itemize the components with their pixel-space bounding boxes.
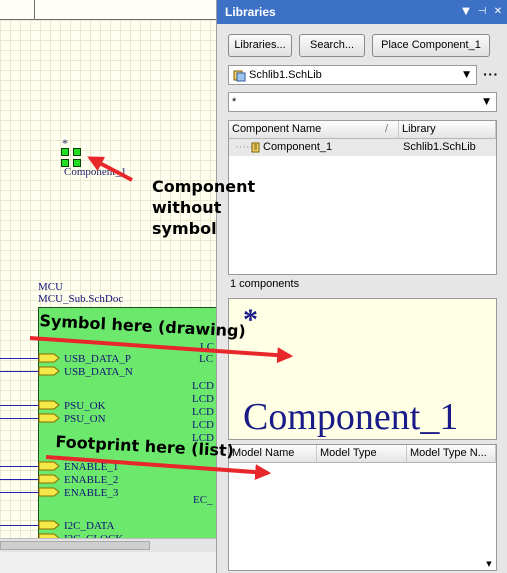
sheet-entry-port[interactable] bbox=[38, 520, 60, 530]
component-without-symbol-note: Component without symbol bbox=[152, 176, 255, 239]
sheet-entry-port[interactable] bbox=[38, 400, 60, 410]
component-name-text: Component_1 bbox=[64, 166, 127, 178]
right-port-name: EC_ bbox=[193, 494, 213, 506]
list-item[interactable]: ····· Component_1 Schlib1.SchLib bbox=[229, 139, 496, 156]
port-name: PSU_OK bbox=[64, 400, 106, 412]
right-port-name: LCD bbox=[192, 380, 214, 392]
component-icon bbox=[251, 142, 260, 153]
wire[interactable] bbox=[0, 466, 40, 467]
panel-titlebar[interactable]: Libraries ▼ ⊣ ✕ bbox=[217, 0, 507, 24]
selection-handle[interactable] bbox=[73, 148, 81, 156]
port-name: USB_DATA_P bbox=[64, 353, 131, 365]
note-line: symbol bbox=[152, 219, 217, 238]
library-cell: Schlib1.SchLib bbox=[403, 141, 476, 153]
column-header-model-type-name[interactable]: Model Type N... bbox=[407, 445, 496, 463]
component-count: 1 components bbox=[230, 278, 300, 290]
right-port-name: LCD bbox=[192, 406, 214, 418]
preview-component-name: Component_1 bbox=[243, 396, 459, 438]
right-port-name: LCD bbox=[192, 393, 214, 405]
wire[interactable] bbox=[0, 479, 40, 480]
port-name: PSU_ON bbox=[64, 413, 106, 425]
library-select[interactable]: Schlib1.SchLib ▼ bbox=[228, 65, 477, 85]
libraries-button[interactable]: Libraries... bbox=[228, 34, 292, 57]
sheet-entry-port[interactable] bbox=[38, 353, 60, 363]
models-list[interactable]: Model Name Model Type Model Type N... ▼ bbox=[228, 444, 497, 571]
right-port-name: LC bbox=[199, 353, 214, 365]
component-designator: * bbox=[62, 136, 68, 150]
filter-value: * bbox=[232, 96, 237, 108]
port-name: ENABLE_1 bbox=[64, 461, 119, 473]
right-port-name: LCD bbox=[192, 419, 214, 431]
chevron-down-icon[interactable]: ▼ bbox=[463, 70, 470, 80]
wire[interactable] bbox=[0, 525, 40, 526]
note-line: Component bbox=[152, 177, 256, 196]
libraries-panel: Libraries ▼ ⊣ ✕ Libraries... Search... P… bbox=[216, 0, 507, 573]
port-name: I2C_DATA bbox=[64, 520, 115, 532]
port-name: ENABLE_3 bbox=[64, 487, 119, 499]
sheet-entry-port[interactable] bbox=[38, 474, 60, 484]
sheet-entry-port[interactable] bbox=[38, 413, 60, 423]
panel-menu-dropdown-icon[interactable]: ▼ bbox=[459, 5, 473, 19]
column-header-component-name[interactable]: Component Name / bbox=[229, 121, 399, 139]
port-name: USB_DATA_N bbox=[64, 366, 133, 378]
wire[interactable] bbox=[0, 358, 40, 359]
chevron-down-icon[interactable]: ▼ bbox=[483, 97, 490, 107]
column-header-model-type[interactable]: Model Type bbox=[317, 445, 407, 463]
more-options-icon[interactable]: ··· bbox=[483, 68, 499, 81]
place-component-button[interactable]: Place Component_1 bbox=[372, 34, 490, 57]
selection-handle[interactable] bbox=[61, 148, 69, 156]
sheet-symbol-mcu[interactable] bbox=[38, 307, 216, 547]
component-list[interactable]: Component Name / Library ····· Component… bbox=[228, 120, 497, 275]
horizontal-scrollbar[interactable] bbox=[0, 538, 216, 552]
symbol-preview: * Component_1 bbox=[228, 298, 497, 440]
ruler-divider bbox=[34, 0, 35, 20]
library-select-value: Schlib1.SchLib bbox=[249, 69, 322, 81]
wire[interactable] bbox=[0, 405, 40, 406]
component-name-cell: Component_1 bbox=[263, 141, 333, 153]
canvas-status-strip bbox=[0, 552, 216, 573]
search-button[interactable]: Search... bbox=[299, 34, 365, 57]
port-name: ENABLE_2 bbox=[64, 474, 119, 486]
panel-title: Libraries bbox=[225, 5, 276, 19]
note-line: without bbox=[152, 198, 222, 217]
pin-icon[interactable]: ⊣ bbox=[475, 5, 489, 19]
canvas-ruler bbox=[0, 0, 216, 20]
schematic-canvas[interactable]: * Component_1 MCU MCU_Sub.SchDoc USB_DAT… bbox=[0, 0, 216, 573]
scrollbar-thumb[interactable] bbox=[0, 541, 150, 550]
right-port-name: LC bbox=[200, 341, 215, 353]
sheet-symbol-filename: MCU_Sub.SchDoc bbox=[38, 293, 124, 305]
column-header-library[interactable]: Library bbox=[399, 121, 496, 139]
column-header-model-name[interactable]: Model Name bbox=[229, 445, 317, 463]
sheet-entry-port[interactable] bbox=[38, 366, 60, 376]
sheet-entry-port[interactable] bbox=[38, 487, 60, 497]
close-icon[interactable]: ✕ bbox=[491, 5, 505, 19]
sheet-entry-port[interactable] bbox=[38, 461, 60, 471]
filter-combo[interactable]: * ▼ bbox=[228, 92, 497, 112]
wire[interactable] bbox=[0, 371, 40, 372]
scroll-down-icon[interactable]: ▼ bbox=[484, 560, 494, 568]
wire[interactable] bbox=[0, 492, 40, 493]
wire[interactable] bbox=[0, 418, 40, 419]
schlib-icon bbox=[233, 70, 246, 82]
column-header-label: Component Name bbox=[232, 123, 322, 135]
sheet-symbol-designator: MCU bbox=[38, 281, 64, 293]
sort-indicator: / bbox=[385, 123, 389, 135]
